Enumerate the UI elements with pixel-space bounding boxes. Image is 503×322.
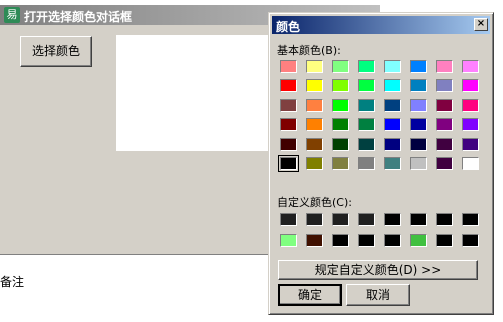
basic-color-swatch-4-2[interactable] <box>332 137 349 151</box>
basic-color-swatch-4-1[interactable] <box>306 137 323 151</box>
custom-color-swatch-1-1[interactable] <box>306 234 323 247</box>
define-custom-colors-button[interactable]: 规定自定义颜色(D) >> <box>278 260 478 280</box>
custom-color-swatch-0-4[interactable] <box>384 213 401 226</box>
basic-color-swatch-2-3[interactable] <box>358 98 375 112</box>
basic-color-swatch-4-4[interactable] <box>384 137 401 151</box>
custom-color-swatch-1-0[interactable] <box>280 234 297 247</box>
basic-color-swatch-5-1[interactable] <box>306 157 323 170</box>
custom-color-swatch-1-5[interactable] <box>410 234 427 247</box>
custom-color-swatch-1-2[interactable] <box>332 234 349 247</box>
basic-color-swatch-1-4[interactable] <box>384 79 401 93</box>
basic-color-swatch-3-1[interactable] <box>306 118 323 132</box>
basic-color-swatch-2-6[interactable] <box>436 98 453 112</box>
basic-color-swatch-4-5[interactable] <box>410 137 427 151</box>
basic-color-swatch-0-7[interactable] <box>462 60 479 73</box>
ok-button[interactable]: 确定 <box>278 284 342 306</box>
color-preview-box <box>116 35 276 151</box>
basic-color-swatch-0-5[interactable] <box>410 60 427 73</box>
select-color-button[interactable]: 选择颜色 <box>20 36 92 67</box>
custom-color-swatch-0-5[interactable] <box>410 213 427 226</box>
basic-color-swatch-2-4[interactable] <box>384 98 401 112</box>
basic-color-swatch-2-2[interactable] <box>332 98 349 112</box>
dialog-title: 颜色 <box>276 20 301 34</box>
color-dialog: 颜色 × 基本颜色(B): 自定义颜色(C): 规定自定义颜色(D) >> 确定… <box>268 12 494 315</box>
basic-color-swatch-2-5[interactable] <box>410 98 427 112</box>
basic-color-swatch-3-2[interactable] <box>332 118 349 132</box>
remark-label: 备注 <box>0 275 25 289</box>
basic-color-swatch-1-6[interactable] <box>436 79 453 93</box>
custom-color-swatch-0-2[interactable] <box>332 213 349 226</box>
custom-colors-label: 自定义颜色(C): <box>277 196 352 209</box>
basic-color-swatch-2-7[interactable] <box>462 98 479 112</box>
basic-color-swatch-1-5[interactable] <box>410 79 427 93</box>
basic-color-swatch-5-5[interactable] <box>410 157 427 170</box>
basic-color-swatch-1-3[interactable] <box>358 79 375 93</box>
basic-color-swatch-3-3[interactable] <box>358 118 375 132</box>
dialog-title-bar[interactable]: 颜色 × <box>272 16 490 34</box>
basic-color-swatch-4-0[interactable] <box>280 137 297 151</box>
basic-color-swatch-3-6[interactable] <box>436 118 453 132</box>
basic-color-swatch-0-6[interactable] <box>436 60 453 73</box>
basic-color-swatch-2-0[interactable] <box>280 98 297 112</box>
basic-color-swatch-0-1[interactable] <box>306 60 323 73</box>
custom-color-swatch-0-6[interactable] <box>436 213 453 226</box>
basic-color-swatch-3-4[interactable] <box>384 118 401 132</box>
basic-color-swatch-1-1[interactable] <box>306 79 323 93</box>
custom-color-swatch-1-3[interactable] <box>358 234 375 247</box>
basic-color-swatch-5-2[interactable] <box>332 157 349 170</box>
basic-color-swatch-2-1[interactable] <box>306 98 323 112</box>
basic-color-swatch-0-0[interactable] <box>280 60 297 73</box>
basic-colors-label: 基本颜色(B): <box>277 44 341 57</box>
custom-color-swatch-0-7[interactable] <box>462 213 479 226</box>
basic-color-swatch-1-0[interactable] <box>280 79 297 93</box>
basic-color-swatch-1-2[interactable] <box>332 79 349 93</box>
custom-color-swatch-1-7[interactable] <box>462 234 479 247</box>
basic-color-swatch-0-3[interactable] <box>358 60 375 73</box>
basic-color-swatch-3-0[interactable] <box>280 118 297 132</box>
basic-color-swatch-0-2[interactable] <box>332 60 349 73</box>
custom-color-swatch-1-6[interactable] <box>436 234 453 247</box>
basic-color-swatch-4-7[interactable] <box>462 137 479 151</box>
basic-color-swatch-5-0[interactable] <box>278 155 299 172</box>
cancel-button[interactable]: 取消 <box>346 284 410 306</box>
custom-color-swatch-0-3[interactable] <box>358 213 375 226</box>
basic-color-swatch-4-3[interactable] <box>358 137 375 151</box>
close-icon[interactable]: × <box>474 18 488 31</box>
basic-color-swatch-5-4[interactable] <box>384 157 401 170</box>
basic-color-swatch-1-7[interactable] <box>462 79 479 93</box>
custom-color-swatch-0-1[interactable] <box>306 213 323 226</box>
custom-color-swatch-0-0[interactable] <box>280 213 297 226</box>
basic-color-swatch-4-6[interactable] <box>436 137 453 151</box>
basic-color-swatch-5-3[interactable] <box>358 157 375 170</box>
basic-color-swatch-5-6[interactable] <box>436 157 453 170</box>
window-title: 打开选择颜色对话框 <box>24 10 133 24</box>
basic-color-swatch-3-5[interactable] <box>410 118 427 132</box>
basic-color-swatch-0-4[interactable] <box>384 60 401 73</box>
app-icon: 易 <box>4 7 20 23</box>
basic-color-swatch-3-7[interactable] <box>462 118 479 132</box>
basic-color-swatch-5-7[interactable] <box>462 157 479 170</box>
custom-color-swatch-1-4[interactable] <box>384 234 401 247</box>
